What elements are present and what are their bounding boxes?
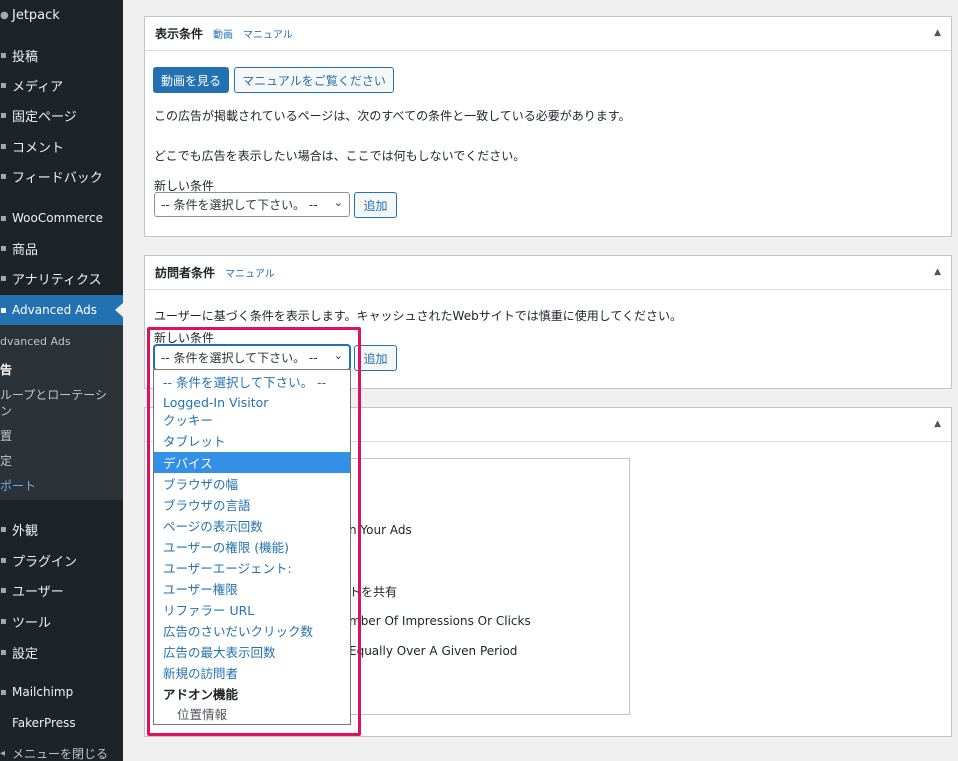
condition-dropdown-list: -- 条件を選択して下さい。 -- Logged-In Visitor クッキー…: [153, 369, 351, 725]
sidebar-item-woocommerce[interactable]: ▪ WooCommerce: [0, 203, 123, 233]
features-box: n Your Ads トを共有 mber Of Impressions Or C…: [345, 458, 630, 715]
description-text: この広告が掲載されているページは、次のすべての条件と一致している必要があります。: [154, 109, 631, 123]
video-link[interactable]: 動画: [213, 26, 233, 41]
sidebar-item-posts[interactable]: ▪ 投稿: [0, 40, 123, 70]
comment-icon: ▪: [0, 140, 7, 152]
chevron-down-icon: ⌄: [333, 196, 343, 209]
submenu-item-groups-cont[interactable]: ン: [0, 402, 123, 419]
chevron-down-icon: ⌄: [333, 349, 343, 362]
media-icon: ▪: [0, 79, 7, 91]
plugin-icon: ▪: [0, 554, 7, 566]
panel-title: 訪問者条件: [155, 266, 216, 280]
jetpack-icon: ●: [0, 9, 9, 21]
feature-text: mber Of Impressions Or Clicks: [349, 614, 531, 628]
settings-icon: ▪: [0, 646, 7, 658]
dropdown-optgroup-label: アドオン機能: [163, 687, 239, 702]
visitor-condition-select[interactable]: -- 条件を選択して下さい。 -- ⌄: [154, 345, 350, 370]
add-condition-button[interactable]: 追加: [354, 192, 397, 218]
sidebar-item-fakerpress[interactable]: FakerPress: [0, 708, 123, 738]
appearance-icon: ▪: [0, 523, 7, 535]
sidebar-item-jetpack[interactable]: ● Jetpack: [0, 0, 123, 30]
sidebar-item-users[interactable]: ▪ ユーザー: [0, 575, 123, 605]
panel-header: 表示条件 動画 マニュアル ▲: [145, 17, 951, 51]
woocommerce-icon: ▪: [0, 212, 7, 224]
admin-sidebar: ● Jetpack ▪ 投稿 ▪ メディア ▪ 固定ページ ▪ コメント ▪ フィードバック…: [0, 0, 123, 761]
submenu-item-groups[interactable]: ループとローテーシ: [0, 386, 123, 403]
dropdown-option-selected[interactable]: デバイス: [154, 452, 350, 473]
select-value: -- 条件を選択して下さい。 --: [161, 198, 318, 212]
sidebar-item-media[interactable]: ▪ メディア: [0, 70, 123, 100]
dropdown-option[interactable]: 位置情報: [154, 703, 350, 724]
manual-link[interactable]: マニュアル: [225, 265, 275, 280]
sidebar-submenu: dvanced Ads 告 ループとローテーシ ン 置 定 ポート: [0, 325, 123, 500]
sidebar-item-advanced-ads[interactable]: ▪ Advanced Ads: [0, 295, 123, 325]
sidebar-item-tools[interactable]: ▪ ツール: [0, 606, 123, 636]
panel-header: 訪問者条件 マニュアル ▲: [145, 256, 951, 290]
add-condition-button[interactable]: 追加: [354, 345, 397, 371]
feature-text: トを共有: [349, 585, 398, 599]
dropdown-option[interactable]: ブラウザの幅: [154, 473, 350, 494]
sidebar-item-plugins[interactable]: ▪ プラグイン: [0, 545, 123, 575]
submenu-item-settings[interactable]: 定: [0, 452, 123, 469]
tools-icon: ▪: [0, 615, 7, 627]
collapse-icon: ◂: [0, 747, 6, 759]
collapse-toggle-icon[interactable]: ▲: [934, 419, 941, 429]
panel-title: 表示条件: [155, 27, 204, 41]
dropdown-option[interactable]: -- 条件を選択して下さい。 --: [154, 371, 350, 392]
sidebar-item-appearance[interactable]: ▪ 外観: [0, 514, 123, 544]
feature-text: n Your Ads: [349, 523, 412, 537]
dropdown-option[interactable]: ユーザーの権限 (機能): [154, 536, 350, 557]
dropdown-option[interactable]: 広告のさいだいクリック数: [154, 620, 350, 641]
dropdown-option[interactable]: ブラウザの言語: [154, 494, 350, 515]
dropdown-option[interactable]: タブレット: [154, 430, 350, 451]
collapse-toggle-icon[interactable]: ▲: [934, 267, 941, 277]
product-icon: ▪: [0, 242, 7, 254]
dropdown-option[interactable]: リファラー URL: [154, 599, 350, 620]
select-value: -- 条件を選択して下さい。 --: [161, 351, 318, 365]
sidebar-item-feedback[interactable]: ▪ フィードバック: [0, 161, 123, 191]
condition-select[interactable]: -- 条件を選択して下さい。 -- ⌄: [154, 192, 350, 217]
collapse-toggle-icon[interactable]: ▲: [934, 28, 941, 38]
dropdown-option[interactable]: ページの表示回数: [154, 515, 350, 536]
submenu-item-support[interactable]: ポート: [0, 477, 123, 494]
submenu-item-advanced-ads[interactable]: dvanced Ads: [0, 335, 123, 348]
manual-link[interactable]: マニュアル: [243, 26, 293, 41]
page-icon: ▪: [0, 109, 7, 121]
submenu-item-ads[interactable]: 告: [0, 361, 123, 378]
dropdown-option[interactable]: 新規の訪問者: [154, 662, 350, 683]
watch-video-button[interactable]: 動画を見る: [153, 67, 229, 93]
description-text: どこでも広告を表示したい場合は、ここでは何もしないでください。: [154, 149, 526, 163]
sidebar-collapse-menu[interactable]: ◂ メニューを閉じる: [0, 738, 123, 761]
display-conditions-panel: 表示条件 動画 マニュアル ▲ 動画を見る マニュアルをご覧ください この広告が…: [144, 16, 952, 237]
feature-text: Equally Over A Given Period: [349, 644, 518, 658]
sidebar-item-pages[interactable]: ▪ 固定ページ: [0, 100, 123, 130]
pin-icon: ▪: [0, 49, 7, 61]
user-icon: ▪: [0, 584, 7, 596]
analytics-icon: ▪: [0, 272, 7, 284]
sidebar-item-settings[interactable]: ▪ 設定: [0, 637, 123, 667]
sidebar-item-mailchimp[interactable]: ▪ Mailchimp: [0, 677, 123, 707]
dropdown-option[interactable]: ユーザー権限: [154, 578, 350, 599]
dropdown-option[interactable]: クッキー: [154, 409, 350, 430]
advanced-ads-icon: ▪: [0, 304, 7, 316]
description-text: ユーザーに基づく条件を表示します。キャッシュされたWebサイトでは慎重に使用して…: [154, 309, 683, 323]
new-condition-label: 新しい条件: [154, 331, 215, 345]
dropdown-option[interactable]: 広告の最大表示回数: [154, 641, 350, 662]
feedback-icon: ▪: [0, 170, 7, 182]
sidebar-item-comments[interactable]: ▪ コメント: [0, 131, 123, 161]
submenu-item-placements[interactable]: 置: [0, 427, 123, 444]
view-manual-button[interactable]: マニュアルをご覧ください: [234, 67, 394, 93]
dropdown-option[interactable]: ユーザーエージェント:: [154, 557, 350, 578]
sidebar-item-products[interactable]: ▪ 商品: [0, 233, 123, 263]
sidebar-item-analytics[interactable]: ▪ アナリティクス: [0, 263, 123, 293]
mailchimp-icon: ▪: [0, 686, 7, 698]
